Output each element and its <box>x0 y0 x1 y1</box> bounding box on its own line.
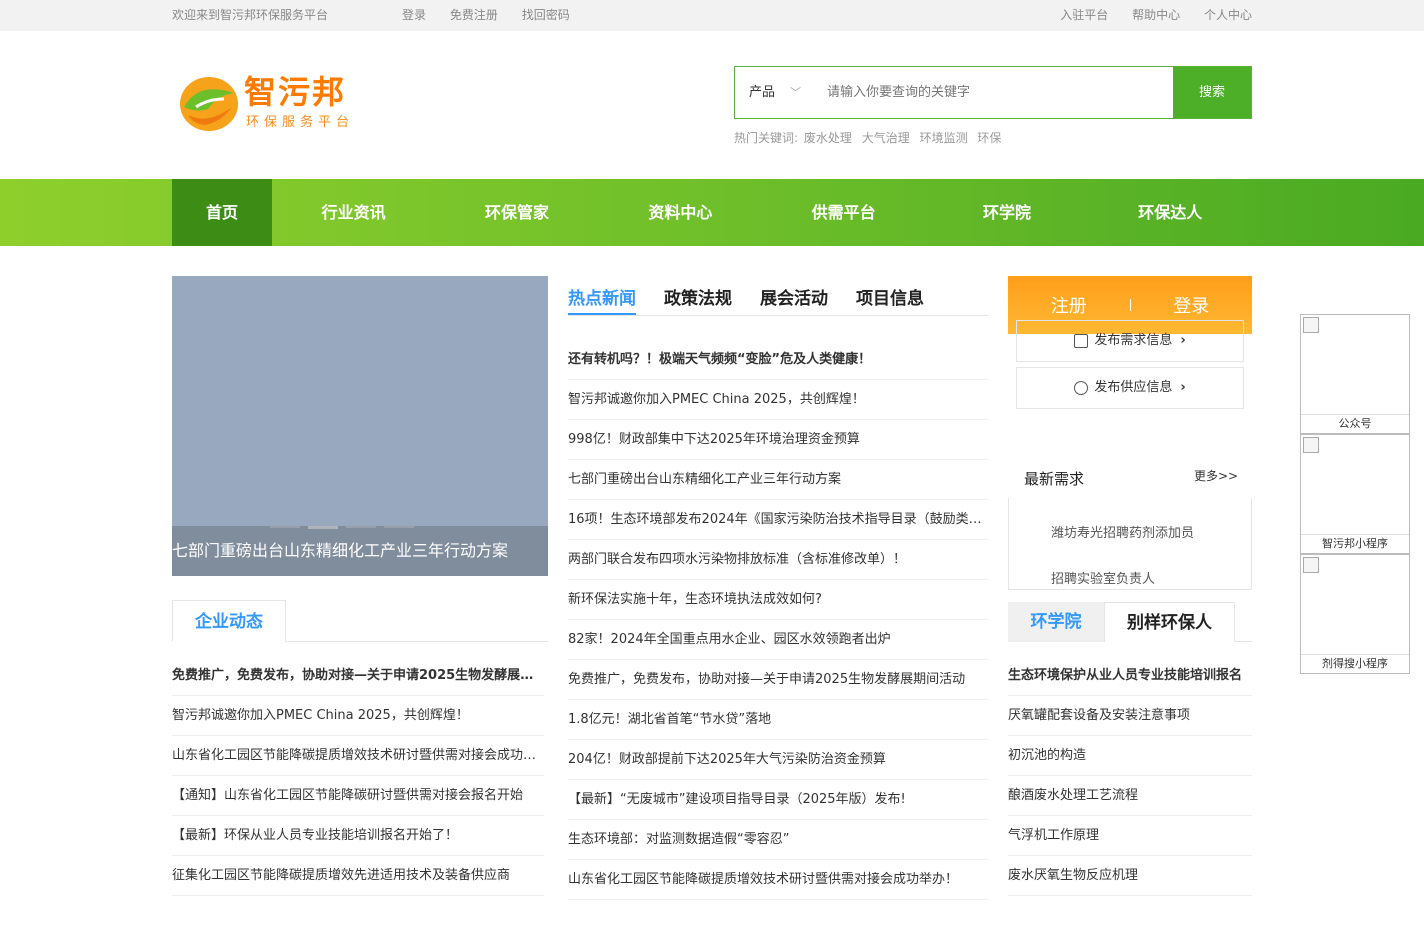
company-news-item[interactable]: 【最新】环保从业人员专业技能培训报名开始了！ <box>172 816 544 856</box>
join-platform-link[interactable]: 入驻平台 <box>1060 8 1108 22</box>
banner-carousel[interactable]: 七部门重磅出台山东精细化工产业三年行动方案 <box>172 276 548 576</box>
more-demand-link[interactable]: 更多>> <box>1194 467 1238 484</box>
qr-label: 智污邦小程序 <box>1322 537 1388 550</box>
hot-keywords-label: 热门关键词: <box>734 131 799 145</box>
logo-leaf-icon <box>180 77 238 131</box>
publish-supply-label: 发布供应信息 <box>1094 380 1173 395</box>
login-link[interactable]: 登录 <box>402 8 426 22</box>
qr-wechat-official[interactable]: 公众号 <box>1300 314 1410 434</box>
nav-item-industry-news[interactable]: 行业资讯 <box>272 179 435 246</box>
register-button[interactable]: 注册 <box>1008 292 1130 318</box>
academy-item[interactable]: 气浮机工作原理 <box>1008 816 1252 856</box>
logo-tagline: 环保服务平台 <box>246 115 355 130</box>
news-item[interactable]: 16项！生态环境部发布2024年《国家污染防治技术指导目录（鼓励类）》 <box>568 500 988 540</box>
site-logo[interactable]: 智污邦 环保服务平台 <box>178 73 358 135</box>
news-item[interactable]: 山东省化工园区节能降碳提质增效技术研讨暨供需对接会成功举办！ <box>568 860 988 900</box>
top-bar: 欢迎来到智污邦环保服务平台 登录 免费注册 找回密码 入驻平台 帮助中心 个人中… <box>0 0 1424 31</box>
personal-center-link[interactable]: 个人中心 <box>1204 8 1252 22</box>
demand-item[interactable]: 招聘实验室负责人 <box>1051 568 1211 587</box>
qr-mini-program[interactable]: 智污邦小程序 <box>1300 434 1410 554</box>
company-news-item[interactable]: 征集化工园区节能降碳提质增效先进适用技术及装备供应商 <box>172 856 544 896</box>
academy-item[interactable]: 厌氧罐配套设备及安装注意事项 <box>1008 696 1252 736</box>
news-item[interactable]: 82家！2024年全国重点用水企业、园区水效领跑者出炉 <box>568 620 988 660</box>
chevron-down-icon: ﹀ <box>790 86 801 99</box>
login-button[interactable]: 登录 <box>1131 292 1253 318</box>
nav-item-eco-steward[interactable]: 环保管家 <box>435 179 598 246</box>
nav-item-supply-demand[interactable]: 供需平台 <box>762 179 925 246</box>
company-news-item[interactable]: 智污邦诚邀你加入PMEC China 2025，共创辉煌！ <box>172 696 544 736</box>
news-item[interactable]: 1.8亿元！湖北省首笔“节水贷”落地 <box>568 700 988 740</box>
tab-eco-people[interactable]: 别样环保人 <box>1104 602 1235 642</box>
header: 智污邦 环保服务平台 产品 ﹀ 搜索 热门关键词: 废水处理 大气治理 环境监测… <box>172 31 1252 179</box>
news-item[interactable]: 还有转机吗？！极端天气频频“变脸”危及人类健康！ <box>568 340 988 380</box>
main-nav: 首页 行业资讯 环保管家 资料中心 供需平台 环学院 环保达人 <box>0 179 1424 246</box>
news-item[interactable]: 新环保法实施十年，生态环境执法成效如何? <box>568 580 988 620</box>
tab-policies[interactable]: 政策法规 <box>664 284 732 315</box>
hot-keyword[interactable]: 环境监测 <box>920 131 968 145</box>
nav-item-experts[interactable]: 环保达人 <box>1089 179 1252 246</box>
qr-code-icon <box>1301 315 1409 415</box>
news-item[interactable]: 免费推广，免费发布，协助对接—关于申请2025生物发酵展期间活动 <box>568 660 988 700</box>
main-content: 七部门重磅出台山东精细化工产业三年行动方案 热点新闻 政策法规 展会活动 项目信… <box>172 246 1252 933</box>
search-input[interactable] <box>815 67 1173 118</box>
publish-demand-button[interactable]: 发布需求信息 › <box>1016 320 1244 362</box>
qr-code-icon <box>1301 555 1409 655</box>
company-news-item[interactable]: 山东省化工园区节能降碳提质增效技术研讨暨供需对接会成功举办 <box>172 736 544 776</box>
logo-name: 智污邦 <box>244 73 347 111</box>
academy-item[interactable]: 初沉池的构造 <box>1008 736 1252 776</box>
company-news-item[interactable]: 【通知】山东省化工园区节能降碳研讨暨供需对接会报名开始 <box>172 776 544 816</box>
academy-item[interactable]: 酿酒废水处理工艺流程 <box>1008 776 1252 816</box>
chevron-right-icon: › <box>1180 380 1186 395</box>
tab-projects[interactable]: 项目信息 <box>856 284 924 315</box>
hot-keyword[interactable]: 环保 <box>977 131 1001 145</box>
nav-item-academy[interactable]: 环学院 <box>925 179 1088 246</box>
news-item[interactable]: 998亿！财政部集中下达2025年环境治理资金预算 <box>568 420 988 460</box>
demand-item[interactable]: 潍坊寿光招聘药剂添加员 <box>1051 522 1211 541</box>
nav-item-resources[interactable]: 资料中心 <box>599 179 762 246</box>
edit-icon <box>1074 333 1089 348</box>
tab-exhibitions[interactable]: 展会活动 <box>760 284 828 315</box>
search-box: 产品 ﹀ 搜索 <box>734 66 1252 119</box>
hot-keyword[interactable]: 大气治理 <box>862 131 910 145</box>
news-tabs: 热点新闻 政策法规 展会活动 项目信息 <box>568 284 988 316</box>
news-item[interactable]: 两部门联合发布四项水污染物排放标准（含标准修改单）！ <box>568 540 988 580</box>
welcome-text: 欢迎来到智污邦环保服务平台 <box>172 8 329 22</box>
nav-item-home[interactable]: 首页 <box>172 179 272 246</box>
latest-demand-title: 最新需求 <box>1024 470 1085 488</box>
tab-academy[interactable]: 环学院 <box>1008 602 1104 642</box>
academy-tabs: 环学院 别样环保人 <box>1008 602 1252 642</box>
demand-list: 潍坊寿光招聘药剂添加员 招聘实验室负责人 <box>1008 498 1252 590</box>
search-category-select[interactable]: 产品 ﹀ <box>735 67 815 118</box>
banner-caption[interactable]: 七部门重磅出台山东精细化工产业三年行动方案 <box>172 526 548 576</box>
news-item[interactable]: 204亿！财政部提前下达2025年大气污染防治资金预算 <box>568 740 988 780</box>
hot-keywords: 热门关键词: 废水处理 大气治理 环境监测 环保 <box>734 129 1007 146</box>
hot-news-list: 还有转机吗？！极端天气频频“变脸”危及人类健康！ 智污邦诚邀你加入PMEC Ch… <box>568 340 988 900</box>
publish-demand-label: 发布需求信息 <box>1094 333 1173 348</box>
company-news-tabs: 企业动态 <box>172 600 548 642</box>
qr-label: 剂得搜小程序 <box>1322 657 1388 670</box>
news-item[interactable]: 生态环境部：对监测数据造假“零容忍” <box>568 820 988 860</box>
register-link[interactable]: 免费注册 <box>450 8 498 22</box>
search-button[interactable]: 搜索 <box>1173 67 1251 118</box>
publish-supply-button[interactable]: 发布供应信息 › <box>1016 367 1244 409</box>
news-item[interactable]: 【最新】“无废城市”建设项目指导目录（2025年版）发布! <box>568 780 988 820</box>
academy-item[interactable]: 生态环境保护从业人员专业技能培训报名 <box>1008 656 1252 696</box>
qr-code-icon <box>1301 435 1409 535</box>
academy-list: 生态环境保护从业人员专业技能培训报名 厌氧罐配套设备及安装注意事项 初沉池的构造… <box>1008 656 1252 896</box>
hot-keyword[interactable]: 废水处理 <box>804 131 852 145</box>
news-item[interactable]: 智污邦诚邀你加入PMEC China 2025，共创辉煌！ <box>568 380 988 420</box>
recover-password-link[interactable]: 找回密码 <box>522 8 570 22</box>
search-category-value: 产品 <box>749 85 776 100</box>
company-news-item[interactable]: 免费推广，免费发布，协助对接—关于申请2025生物发酵展期间活动 <box>172 656 544 696</box>
qr-jidesou-mini-program[interactable]: 剂得搜小程序 <box>1300 554 1410 674</box>
qr-label: 公众号 <box>1338 417 1372 430</box>
help-center-link[interactable]: 帮助中心 <box>1132 8 1180 22</box>
chevron-right-icon: › <box>1180 333 1186 348</box>
academy-item[interactable]: 废水厌氧生物反应机理 <box>1008 856 1252 896</box>
tab-hot-news[interactable]: 热点新闻 <box>568 284 636 315</box>
news-item[interactable]: 七部门重磅出台山东精细化工产业三年行动方案 <box>568 460 988 500</box>
company-news-list: 免费推广，免费发布，协助对接—关于申请2025生物发酵展期间活动 智污邦诚邀你加… <box>172 656 544 896</box>
supply-icon <box>1074 380 1089 395</box>
tab-company-news[interactable]: 企业动态 <box>172 600 286 642</box>
